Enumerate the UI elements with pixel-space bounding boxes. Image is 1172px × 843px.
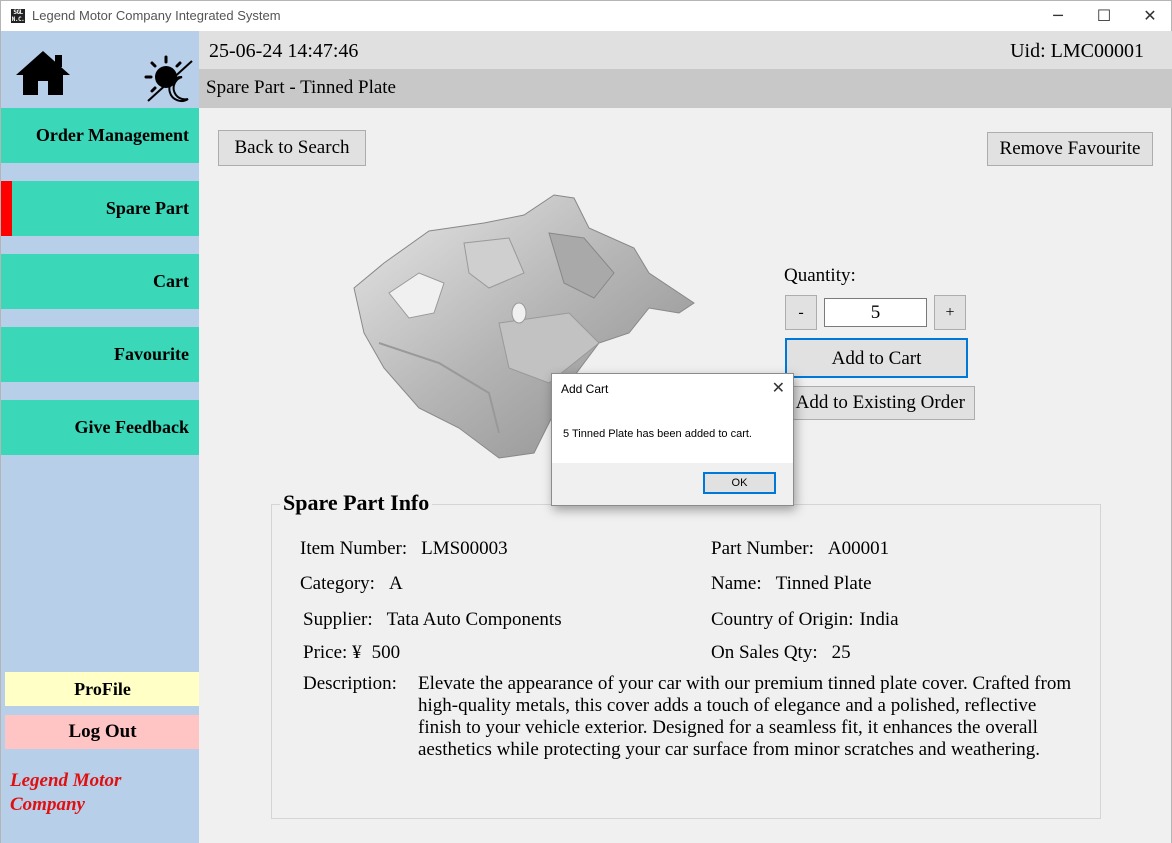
brand-logo: Legend Motor Company (10, 769, 190, 817)
dialog-footer: OK (552, 463, 793, 505)
on-sale-qty-value: 25 (831, 642, 851, 663)
dialog-close-button[interactable]: ✕ (772, 378, 785, 398)
add-to-cart-button[interactable]: Add to Cart (785, 338, 968, 378)
item-number-field: Item Number: LMS00003 (300, 538, 508, 560)
sidebar-item-give-feedback[interactable]: Give Feedback (1, 400, 200, 455)
brand-line-2: Company (10, 794, 85, 815)
profile-button[interactable]: ProFile (5, 672, 200, 706)
spare-part-info-group: Spare Part Info Item Number: LMS00003 Cat… (271, 490, 1101, 819)
dialog-message: 5 Tinned Plate has been added to cart. (563, 428, 752, 440)
back-to-search-button[interactable]: Back to Search (218, 130, 366, 166)
logout-button[interactable]: Log Out (5, 715, 200, 749)
description-label: Description: (303, 673, 397, 694)
info-group-title: Spare Part Info (280, 490, 433, 516)
on-sale-qty-field: On Sales Qty: 25 (711, 642, 851, 664)
country-value: India (859, 609, 899, 630)
quantity-label: Quantity: (784, 265, 856, 286)
dialog-title: Add Cart (561, 382, 609, 396)
part-number-value: A00001 (827, 538, 890, 559)
country-field: Country of Origin: India (711, 609, 899, 631)
price-field: Price: ¥ 500 (303, 642, 400, 664)
supplier-value: Tata Auto Components (386, 609, 562, 630)
window-title: Legend Motor Company Integrated System (32, 8, 281, 23)
add-to-existing-order-button[interactable]: Add to Existing Order (785, 386, 975, 420)
category-label: Category: (300, 573, 375, 594)
on-sale-qty-label: On Sales Qty: (711, 642, 818, 663)
part-number-field: Part Number: A00001 (711, 538, 889, 560)
add-cart-dialog: Add Cart ✕ 5 Tinned Plate has been added… (551, 373, 794, 506)
sidebar: Order Management Spare Part Cart Favouri… (0, 31, 200, 843)
price-label: Price: ¥ (303, 642, 362, 663)
datetime: 25-06-24 14:47:46 (209, 40, 359, 62)
item-number-value: LMS00003 (421, 538, 508, 559)
sidebar-item-favourite[interactable]: Favourite (1, 327, 200, 382)
user-id: Uid: LMC00001 (1010, 40, 1144, 62)
app-logo-icon: SGL N.C. (11, 9, 25, 23)
name-field: Name: Tinned Plate (711, 573, 872, 595)
sidebar-item-spare-part[interactable]: Spare Part (1, 181, 200, 236)
supplier-label: Supplier: (303, 609, 373, 630)
category-field: Category: A (300, 573, 403, 595)
maximize-button[interactable]: ☐ (1081, 1, 1127, 32)
country-label: Country of Origin: (711, 609, 854, 630)
home-icon[interactable] (14, 49, 72, 97)
price-value: 500 (371, 642, 401, 663)
item-number-label: Item Number: (300, 538, 408, 559)
page-title-bar: Spare Part - Tinned Plate (199, 69, 1172, 108)
name-label: Name: (711, 573, 762, 594)
quantity-input[interactable]: 5 (824, 298, 927, 327)
dialog-ok-button[interactable]: OK (703, 472, 776, 494)
page-title: Spare Part - Tinned Plate (206, 77, 396, 98)
description-value: Elevate the appearance of your car with … (418, 673, 1072, 760)
sidebar-item-cart[interactable]: Cart (1, 254, 200, 309)
category-value: A (388, 573, 403, 594)
close-window-button[interactable]: ✕ (1127, 1, 1172, 32)
name-value: Tinned Plate (775, 573, 872, 594)
remove-favourite-button[interactable]: Remove Favourite (987, 132, 1153, 166)
brand-line-1: Legend Motor (10, 770, 122, 791)
sidebar-item-order-management[interactable]: Order Management (1, 108, 200, 163)
quantity-decrease-button[interactable]: - (785, 295, 817, 330)
header-bar: 25-06-24 14:47:46 Uid: LMC00001 (199, 31, 1172, 69)
part-number-label: Part Number: (711, 538, 814, 559)
active-indicator (1, 181, 12, 236)
minimize-button[interactable]: ─ (1035, 1, 1081, 32)
supplier-field: Supplier: Tata Auto Components (303, 609, 562, 631)
window-titlebar: SGL N.C. Legend Motor Company Integrated … (0, 0, 1172, 31)
quantity-increase-button[interactable]: + (934, 295, 966, 330)
sun-moon-icon[interactable] (144, 53, 194, 103)
